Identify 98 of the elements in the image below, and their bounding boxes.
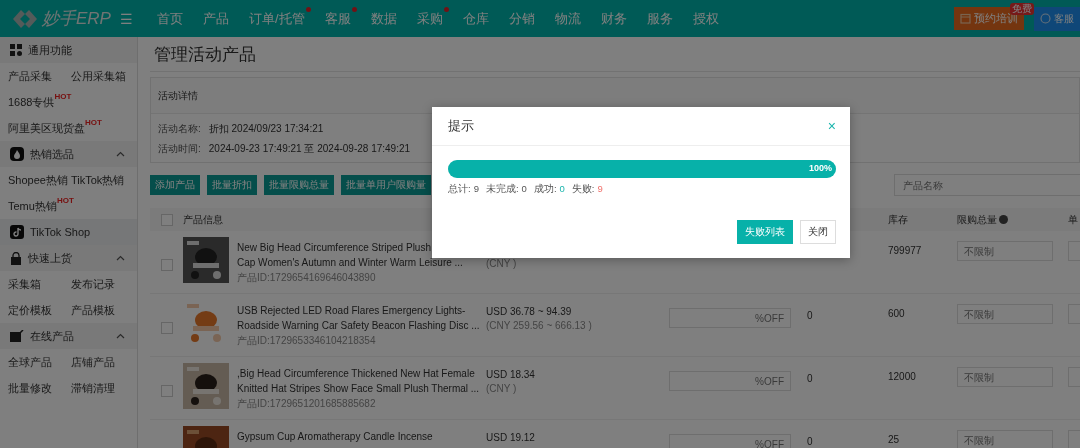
stat-value: 0 [521,183,527,196]
discount-field[interactable]: %OFF [669,371,791,391]
page-title: 管理活动产品 [150,37,1080,72]
product-title[interactable]: Gypsum Cup Aromatherapy Candle Incense [237,430,433,443]
sidebar-item[interactable]: 产品采集 [8,63,71,89]
dialog-title: 提示 [448,117,474,135]
field-label: 活动时间: [158,142,201,156]
sidebar-section-title: 热销选品 [30,146,75,162]
action-button[interactable]: 批量折扣 [207,175,257,195]
box-icon [10,330,24,342]
nav-item[interactable]: 分销 [498,9,545,28]
free-badge: 免费 [1010,3,1034,15]
field-label: 活动名称: [158,122,201,136]
help-icon [999,215,1008,224]
chat-icon [1040,13,1051,24]
sidebar-section-title: TikTok Shop [30,226,92,238]
product-title[interactable]: ,Big Head Circumference Thickened New Hat Female [237,367,480,380]
failure-list-button[interactable]: 失败列表 [737,220,793,244]
close-text-button[interactable]: 关闭 [800,220,836,244]
table-cell: 0 [807,436,813,447]
sidebar-section-title: 快速上货 [28,250,73,266]
sidebar-item[interactable]: 店铺产品 [71,349,134,375]
sidebar-item[interactable]: 采集箱 [8,271,71,297]
sidebar-section-title: 在线产品 [30,328,75,344]
price-cny: (CNY ) [486,383,518,394]
sidebar-item[interactable]: TikTok热销 [71,167,134,193]
music-note-icon [10,225,24,239]
stock-cell: 600 [888,308,905,319]
sidebar-item[interactable]: 公用采集箱 [71,63,134,89]
checkbox[interactable] [160,385,173,397]
nav-item[interactable]: 产品 [193,9,239,28]
nav-item[interactable]: 服务 [636,9,683,28]
stat-label: 失败: [571,183,595,196]
stock-cell: 799977 [888,245,922,256]
sidebar-item[interactable]: 产品模板 [71,297,134,323]
discount-field[interactable]: %OFF [669,434,791,448]
column-header: 限购总量 [957,212,997,227]
action-button[interactable]: 批量单用户限购量 [341,175,431,195]
sidebar-item[interactable]: 发布记录 [71,271,134,297]
stat-value: 9 [473,183,479,196]
sidebar-item[interactable]: 批量修改 [8,375,71,401]
action-button[interactable]: 添加产品 [150,175,200,195]
table-cell: 0 [807,310,813,321]
close-button[interactable]: × [827,118,836,134]
grid-icon [10,44,22,56]
stock-cell: 25 [888,434,900,445]
nav-item[interactable]: 客服 [314,9,361,28]
table-cell: 0 [807,373,813,384]
column-header: 产品信息 [183,212,223,227]
nav-item[interactable]: 数据 [360,9,407,28]
checkbox[interactable] [160,213,173,226]
stat-label: 成功: [533,183,557,196]
logo-icon [12,7,38,30]
nav-item[interactable]: 物流 [544,9,591,28]
stat-value: 9 [597,183,603,196]
sidebar-section-header[interactable]: 快速上货 [0,245,137,271]
sidebar-item[interactable]: 定价模板 [8,297,71,323]
product-title[interactable]: Roadside Warning Car Safety Beacon Flashing Disc ... [237,319,480,332]
price-usd: USD 36.78 ~ 94.39 [486,306,573,317]
stat-value: 0 [559,183,565,196]
nav-item[interactable]: 采购 [406,9,453,28]
logo-text: 妙手ERP [42,8,111,30]
product-title[interactable]: Cap Women's Autumn and Winter Warm Leisure ... [237,256,463,269]
column-header: 库存 [888,213,908,225]
discount-field[interactable]: %OFF [669,308,791,328]
nav-item[interactable]: 授权 [682,9,729,28]
nav-item[interactable]: 订单/托管 [239,9,315,28]
stock-cell: 12000 [888,371,916,382]
hot-label: HOT [85,118,102,127]
sidebar-item[interactable]: Shopee热销 [8,167,71,193]
column-header: 单 [1068,213,1078,225]
sidebar-section-header[interactable]: 热销选品 [0,141,137,167]
sidebar-item[interactable]: 滞销清理 [71,375,134,401]
sidebar-section-header[interactable]: TikTok Shop [0,219,137,245]
checkbox[interactable] [160,259,173,271]
price-usd: USD 19.12 [486,432,536,443]
field-value: 折扣 2024/09/23 17:34:21 [208,122,324,136]
sidebar-section-header[interactable]: 在线产品 [0,323,137,349]
customer-service-button[interactable]: 客服 [1034,6,1080,31]
checkbox[interactable] [160,322,173,334]
nav-item[interactable]: 仓库 [452,9,499,28]
stat-label: 未完成: [485,183,519,196]
product-title[interactable]: USB Rejected LED Road Flares Emergency Lights- [237,304,480,317]
calendar-icon [960,13,971,24]
stat-label: 总计: [448,183,471,196]
product-title[interactable]: Knitted Hat Stripes Show Face Small Plush Thermal ... [237,382,480,395]
field-value: 2024-09-23 17:49:21 至 2024-09-28 17:49:21 [208,142,411,156]
nav-item[interactable]: 首页 [147,9,193,28]
price-usd: USD 18.34 [486,369,536,380]
hot-label: HOT [54,92,72,102]
sidebar-section-header[interactable]: 通用功能 [0,37,137,63]
sidebar-item[interactable]: 全球产品 [8,349,71,375]
hot-label: HOT [56,196,74,205]
nav-item[interactable]: 财务 [590,9,637,28]
progress-reading: 100% [808,163,832,173]
sidebar-section-title: 通用功能 [28,42,73,58]
action-button[interactable]: 批量限购总量 [264,175,334,195]
price-cny: (CNY 259.56 ~ 666.13 ) [486,320,593,331]
